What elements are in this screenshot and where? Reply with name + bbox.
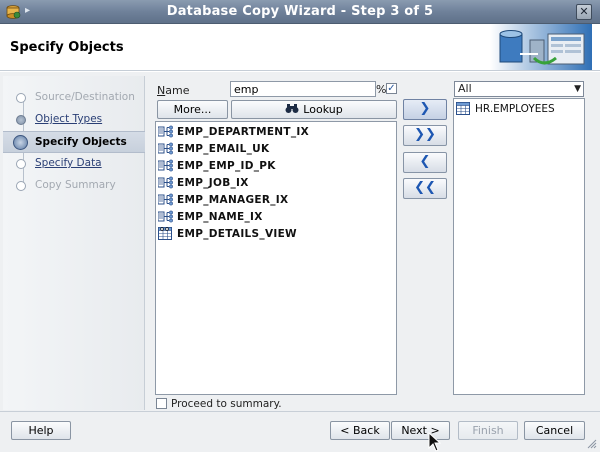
move-all-right-button[interactable]: ❯❯ bbox=[403, 125, 447, 146]
list-item[interactable]: EMP_DEPARTMENT_IX bbox=[158, 124, 394, 140]
index-icon bbox=[158, 193, 173, 206]
index-icon bbox=[158, 159, 173, 172]
step-label: Source/Destination bbox=[35, 91, 135, 103]
title-bar: ▸ Database Copy Wizard - Step 3 of 5 ✕ bbox=[0, 0, 600, 24]
wizard-steps-panel: Source/Destination Object Types Specify … bbox=[3, 76, 145, 410]
list-item[interactable]: EMP_EMP_ID_PK bbox=[158, 158, 394, 174]
name-filter-input[interactable] bbox=[230, 81, 376, 97]
back-button[interactable]: < Back bbox=[330, 421, 390, 440]
step-source-destination: Source/Destination bbox=[3, 87, 145, 109]
wizard-header: Specify Objects bbox=[0, 24, 600, 71]
help-button[interactable]: Help bbox=[11, 421, 71, 440]
binoculars-icon bbox=[285, 104, 299, 113]
step-node-icon bbox=[16, 115, 26, 125]
selected-filter-dropdown[interactable]: All ▼ bbox=[454, 81, 584, 97]
list-item[interactable]: EMP_JOB_IX bbox=[158, 175, 394, 191]
name-label: Name bbox=[157, 84, 190, 97]
selected-filter-value: All bbox=[458, 82, 472, 95]
mouse-pointer-icon bbox=[428, 432, 442, 452]
close-button[interactable]: ✕ bbox=[576, 4, 592, 20]
index-icon bbox=[158, 125, 173, 138]
list-item-label: EMP_DETAILS_VIEW bbox=[177, 228, 297, 240]
step-node-icon bbox=[16, 159, 26, 169]
more-button-label: More... bbox=[173, 103, 212, 116]
list-item-label: EMP_EMP_ID_PK bbox=[177, 160, 276, 172]
window-title: Database Copy Wizard - Step 3 of 5 bbox=[166, 4, 434, 19]
list-item-label: EMP_JOB_IX bbox=[177, 177, 249, 189]
available-objects-list[interactable]: EMP_DEPARTMENT_IX EMP_EMAIL_UK EMP_EMP_I… bbox=[155, 121, 397, 395]
lookup-button-label: Lookup bbox=[303, 103, 343, 116]
wildcard-label: % bbox=[376, 83, 387, 96]
view-icon bbox=[158, 227, 172, 240]
list-item[interactable]: EMP_NAME_IX bbox=[158, 209, 394, 225]
step-node-icon bbox=[16, 93, 26, 103]
list-item-label: EMP_EMAIL_UK bbox=[177, 143, 270, 155]
move-all-left-button[interactable]: ❮❮ bbox=[403, 178, 447, 199]
step-label[interactable]: Specify Data bbox=[35, 157, 102, 169]
cancel-button[interactable]: Cancel bbox=[524, 421, 585, 440]
index-icon bbox=[158, 176, 173, 189]
database-copy-graphic-icon bbox=[490, 24, 592, 70]
proceed-to-summary-checkbox[interactable] bbox=[156, 398, 167, 409]
step-specify-objects: Specify Objects bbox=[3, 131, 145, 153]
finish-button[interactable]: Finish bbox=[458, 421, 518, 440]
list-item[interactable]: EMP_DETAILS_VIEW bbox=[158, 226, 394, 242]
step-object-types[interactable]: Object Types bbox=[3, 109, 145, 131]
page-title: Specify Objects bbox=[10, 40, 124, 55]
move-selected-right-button[interactable]: ❯ bbox=[403, 99, 447, 120]
list-item[interactable]: HR.EMPLOYEES bbox=[456, 101, 582, 117]
proceed-to-summary-label[interactable]: Proceed to summary. bbox=[171, 398, 282, 410]
name-label-rest: ame bbox=[165, 84, 190, 97]
wildcard-checkbox[interactable]: ✓ bbox=[386, 83, 397, 94]
step-specify-data[interactable]: Specify Data bbox=[3, 153, 145, 175]
step-current-node-icon bbox=[13, 135, 28, 150]
list-item[interactable]: EMP_EMAIL_UK bbox=[158, 141, 394, 157]
list-item-label: EMP_MANAGER_IX bbox=[177, 194, 289, 206]
step-node-icon bbox=[16, 181, 26, 191]
list-item-label: HR.EMPLOYEES bbox=[475, 103, 555, 115]
dropdown-arrow-icon: ▼ bbox=[574, 84, 581, 94]
index-icon bbox=[158, 210, 173, 223]
index-icon bbox=[158, 142, 173, 155]
selected-objects-list[interactable]: HR.EMPLOYEES bbox=[453, 98, 585, 395]
step-label: Copy Summary bbox=[35, 179, 116, 191]
step-copy-summary: Copy Summary bbox=[3, 175, 145, 197]
list-item-label: EMP_DEPARTMENT_IX bbox=[177, 126, 310, 138]
move-selected-left-button[interactable]: ❮ bbox=[403, 152, 447, 173]
table-icon bbox=[456, 102, 470, 115]
more-button[interactable]: More... bbox=[157, 100, 228, 119]
list-item[interactable]: EMP_MANAGER_IX bbox=[158, 192, 394, 208]
step-label: Specify Objects bbox=[35, 136, 127, 148]
resize-grip-icon[interactable] bbox=[586, 438, 597, 449]
list-item-label: EMP_NAME_IX bbox=[177, 211, 263, 223]
lookup-button[interactable]: Lookup bbox=[231, 100, 397, 119]
step-label[interactable]: Object Types bbox=[35, 113, 102, 125]
